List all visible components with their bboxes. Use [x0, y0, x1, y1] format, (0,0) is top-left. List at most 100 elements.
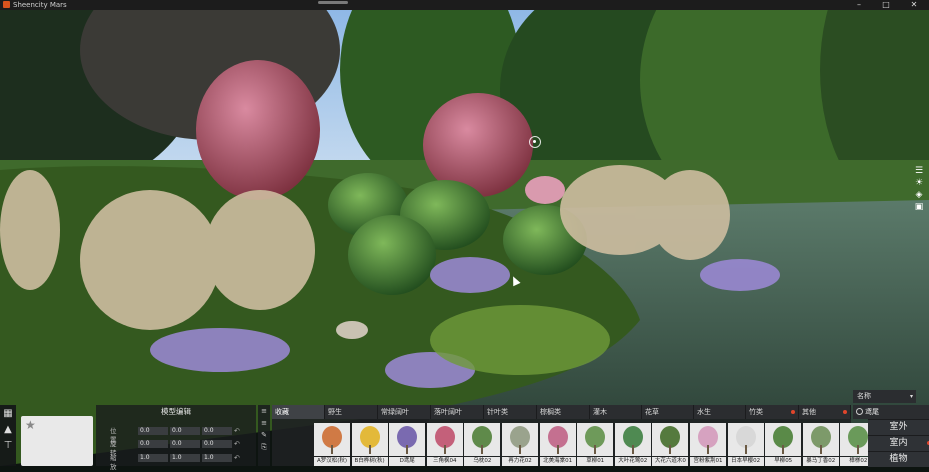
category-indoor-button[interactable]: 室内 — [868, 435, 929, 451]
asset-caption: 三角枫04 — [426, 457, 463, 466]
filter-icon[interactable]: ≡ — [258, 417, 270, 429]
category-plants-button[interactable]: 植物 — [868, 451, 929, 467]
scale-y-field[interactable]: 1.0 — [170, 454, 200, 462]
edit-icon[interactable]: ✎ — [258, 429, 270, 441]
tab-evergreen-broadleaf[interactable]: 常绿阔叶 — [378, 405, 431, 419]
drop-icon[interactable]: ▲ — [1, 423, 15, 437]
sort-select[interactable]: 名称 ▾ — [853, 390, 916, 403]
chevron-down-icon: ▾ — [909, 393, 913, 400]
maximize-button[interactable]: □ — [875, 0, 897, 10]
asset-caption: 大叶花莺02 — [614, 457, 651, 466]
notification-dot — [843, 410, 847, 414]
copy-icon[interactable]: ⎘ — [258, 441, 270, 453]
object-icon[interactable]: ▦ — [1, 407, 15, 421]
asset-caption: 北美海棠01 — [539, 457, 576, 466]
asset-caption: 大花六道木0 — [652, 457, 689, 466]
list-icon[interactable]: ☰ — [914, 166, 924, 176]
scale-x-field[interactable]: 1.0 — [138, 454, 168, 462]
title-bar: Sheencity Mars – □ ✕ — [0, 0, 929, 10]
asset-caption: 乌枕02 — [464, 457, 501, 466]
category-tabs: 收藏 野生 常绿阔叶 落叶阔叶 针叶类 棕榈类 灌木 花草 水生 竹类 其他 — [272, 405, 851, 419]
reset-scale-icon[interactable]: ↶ — [234, 454, 240, 463]
camera-icon[interactable]: ▣ — [914, 202, 924, 212]
rotation-y-field[interactable]: 0.0 — [170, 440, 200, 448]
tab-deciduous-broadleaf[interactable]: 落叶阔叶 — [431, 405, 484, 419]
tab-conifer[interactable]: 针叶类 — [484, 405, 537, 419]
asset-caption: 再力花02 — [502, 457, 538, 466]
asset-thumbnail[interactable]: A罗汉松(秋) — [314, 423, 350, 466]
reset-rotation-icon[interactable]: ↶ — [234, 440, 240, 449]
tab-bamboo-label: 竹类 — [749, 408, 763, 416]
asset-thumbnail[interactable]: B白桦树(秋) — [351, 423, 388, 466]
search-icon — [856, 408, 863, 415]
plant-preview-icon — [539, 423, 576, 456]
scene-render — [0, 10, 929, 466]
asset-caption: 宫粉紫荆01 — [690, 457, 726, 466]
plant-preview-icon — [614, 423, 651, 456]
list-view-icon[interactable]: ≡ — [258, 405, 270, 417]
asset-thumbnail[interactable]: 宫粉紫荆01 — [690, 423, 726, 466]
position-y-field[interactable]: 0.0 — [170, 427, 200, 435]
star-icon[interactable]: ★ — [25, 418, 36, 432]
notification-dot — [791, 410, 795, 414]
asset-thumbnail[interactable]: 草柳01 — [577, 423, 614, 466]
plant-preview-icon — [577, 423, 614, 456]
shelf-side-tools: ≡ ≡ ✎ ⎘ — [258, 405, 270, 466]
asset-caption: 暴马丁香02 — [802, 457, 839, 466]
asset-thumbnail[interactable]: D鸢尾 — [389, 423, 426, 466]
drag-handle[interactable] — [318, 1, 348, 4]
reset-position-icon[interactable]: ↶ — [234, 427, 240, 436]
asset-caption: A罗汉松(秋) — [314, 457, 350, 466]
scale-z-field[interactable]: 1.0 — [202, 454, 232, 462]
tab-shrub[interactable]: 灌木 — [590, 405, 642, 419]
minimize-button[interactable]: – — [848, 0, 870, 10]
tab-flowers[interactable]: 花草 — [642, 405, 694, 419]
asset-thumbnail[interactable]: 大花六道木0 — [652, 423, 689, 466]
position-z-field[interactable]: 0.0 — [202, 427, 232, 435]
tab-bamboo[interactable]: 竹类 — [746, 405, 799, 419]
asset-thumbnail[interactable]: 日本早樱02 — [727, 423, 764, 466]
asset-thumbnail[interactable]: 早柳05 — [765, 423, 802, 466]
asset-thumbnail[interactable]: 大叶花莺02 — [614, 423, 651, 466]
rotation-z-field[interactable]: 0.0 — [202, 440, 232, 448]
sun-icon[interactable]: ☀ — [914, 178, 924, 188]
category-indoor-label: 室内 — [889, 438, 908, 448]
gizmo-target-icon[interactable] — [529, 136, 541, 148]
close-button[interactable]: ✕ — [903, 0, 925, 10]
tab-wild[interactable]: 野生 — [325, 405, 378, 419]
rotation-x-field[interactable]: 0.0 — [138, 440, 168, 448]
plant-preview-icon — [502, 423, 538, 456]
plant-preview-icon — [690, 423, 726, 456]
position-x-field[interactable]: 0.0 — [138, 427, 168, 435]
asset-thumbnail[interactable]: 乌枕02 — [464, 423, 501, 466]
tab-favorites[interactable]: 收藏 — [272, 405, 325, 419]
sort-label: 名称 — [857, 392, 871, 400]
asset-thumbnail[interactable]: 三角枫04 — [426, 423, 463, 466]
tab-aquatic[interactable]: 水生 — [694, 405, 746, 419]
asset-thumbnail[interactable]: 北美海棠01 — [539, 423, 576, 466]
plant-preview-icon — [727, 423, 764, 456]
plant-preview-icon — [652, 423, 689, 456]
plant-preview-icon — [389, 423, 426, 456]
scene-viewport[interactable]: ☰ ☀ ◈ ▣ — [0, 10, 929, 466]
tab-other[interactable]: 其他 — [799, 405, 851, 419]
search-value: 鸢尾 — [865, 408, 879, 416]
plant-preview-icon — [351, 423, 388, 456]
search-input[interactable]: 鸢尾 — [853, 405, 929, 419]
plant-preview-icon — [765, 423, 802, 456]
ruler-icon[interactable]: ⊤ — [1, 439, 15, 453]
selected-asset-preview[interactable]: ★ — [21, 416, 93, 466]
model-edit-panel: 模型编辑 位置 0.0 0.0 0.0 ↶ 旋转 0.0 0.0 0.0 ↶ 缩… — [96, 405, 256, 471]
tab-other-label: 其他 — [802, 408, 816, 416]
asset-caption: 早柳05 — [765, 457, 802, 466]
asset-thumbnail[interactable]: 再力花02 — [502, 423, 538, 466]
plant-preview-icon — [464, 423, 501, 456]
category-outdoor-button[interactable]: 室外 — [868, 419, 929, 435]
asset-caption: D鸢尾 — [389, 457, 426, 466]
asset-thumbnail[interactable]: 暴马丁香02 — [802, 423, 839, 466]
asset-caption: 日本早樱02 — [727, 457, 764, 466]
tab-palm[interactable]: 棕榈类 — [537, 405, 590, 419]
layers-icon[interactable]: ◈ — [914, 190, 924, 200]
app-logo-icon — [3, 1, 10, 8]
asset-shelf: A罗汉松(秋) B白桦树(秋) D鸢尾 三角枫04 乌枕02 再力花02 北美海棠01 草柳0… — [272, 419, 877, 466]
